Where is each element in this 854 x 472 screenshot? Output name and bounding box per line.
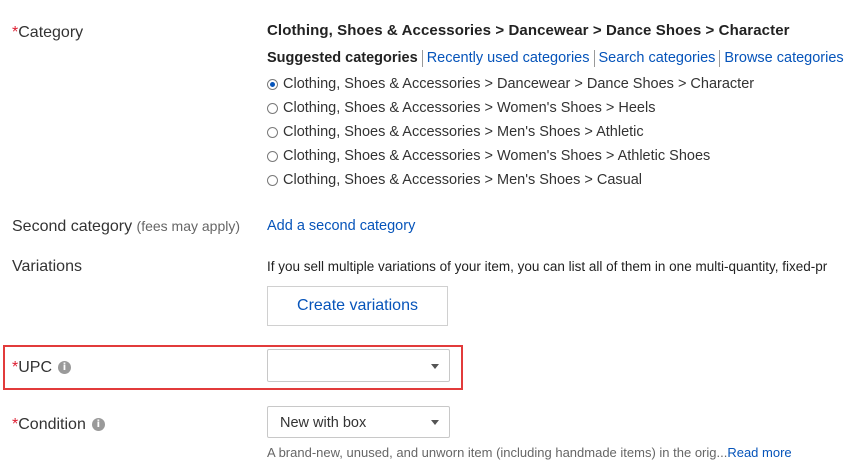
fees-hint: (fees may apply) — [136, 218, 241, 234]
chevron-down-icon — [431, 420, 439, 425]
selected-category-path: Clothing, Shoes & Accessories > Dancewea… — [267, 22, 790, 39]
variations-label: Variations — [12, 258, 82, 275]
second-category-label: Second category (fees may apply) — [12, 218, 241, 235]
radio-button[interactable] — [267, 174, 278, 186]
radio-button[interactable] — [267, 126, 278, 138]
tab-recently-used-categories[interactable]: Recently used categories — [423, 50, 595, 67]
tab-search-categories[interactable]: Search categories — [595, 50, 721, 67]
radio-button[interactable] — [267, 102, 278, 114]
upc-select[interactable] — [267, 349, 450, 382]
condition-select[interactable]: New with box — [267, 406, 450, 438]
category-option-label: Clothing, Shoes & Accessories > Dancewea… — [283, 76, 755, 92]
radio-button-checked[interactable] — [267, 78, 278, 90]
radio-button[interactable] — [267, 150, 278, 162]
upc-label: *UPC i — [12, 359, 72, 377]
condition-select-value: New with box — [280, 415, 367, 431]
read-more-link[interactable]: Read more — [727, 445, 791, 460]
add-second-category-link[interactable]: Add a second category — [267, 218, 415, 234]
category-option[interactable]: Clothing, Shoes & Accessories > Men's Sh… — [267, 124, 644, 140]
tab-suggested-categories[interactable]: Suggested categories — [267, 50, 423, 67]
category-option-label: Clothing, Shoes & Accessories > Women's … — [283, 100, 656, 116]
info-icon[interactable]: i — [91, 418, 105, 432]
info-icon[interactable]: i — [58, 361, 72, 375]
category-option-label: Clothing, Shoes & Accessories > Men's Sh… — [283, 172, 643, 188]
category-option[interactable]: Clothing, Shoes & Accessories > Men's Sh… — [267, 172, 642, 188]
category-option[interactable]: Clothing, Shoes & Accessories > Women's … — [267, 148, 710, 164]
category-option[interactable]: Clothing, Shoes & Accessories > Dancewea… — [267, 76, 754, 92]
category-option[interactable]: Clothing, Shoes & Accessories > Women's … — [267, 100, 655, 116]
condition-label: *Condition i — [12, 416, 105, 434]
variations-description: If you sell multiple variations of your … — [267, 259, 828, 274]
create-variations-button[interactable]: Create variations — [267, 286, 448, 326]
condition-description: A brand-new, unused, and unworn item (in… — [267, 445, 792, 460]
tab-browse-categories[interactable]: Browse categories — [720, 50, 847, 67]
category-label: *Category — [12, 24, 84, 41]
category-option-label: Clothing, Shoes & Accessories > Women's … — [283, 148, 711, 164]
chevron-down-icon — [431, 363, 439, 369]
category-tabs: Suggested categories Recently used catego… — [267, 50, 848, 67]
category-option-label: Clothing, Shoes & Accessories > Men's Sh… — [283, 124, 644, 140]
